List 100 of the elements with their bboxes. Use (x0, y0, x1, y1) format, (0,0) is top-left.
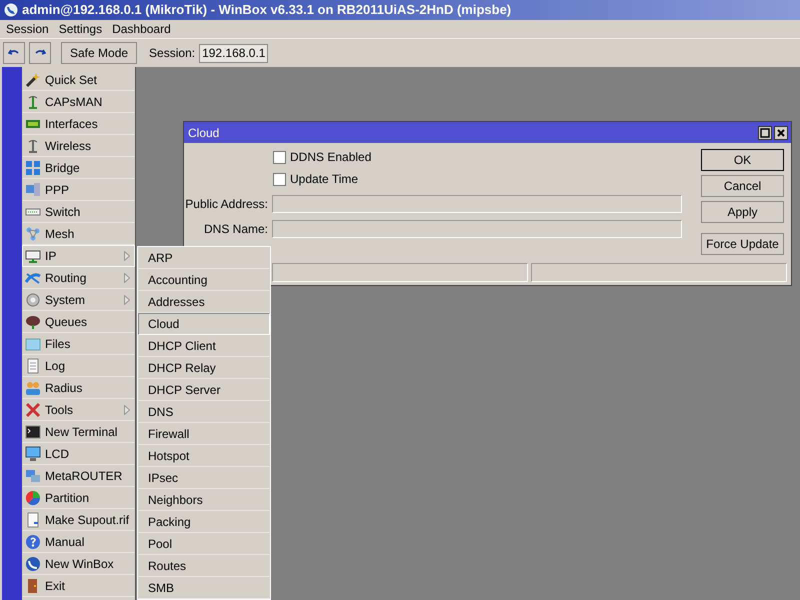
submenu-item[interactable]: Packing (138, 511, 270, 533)
session-label: Session: (149, 45, 196, 62)
menu-item[interactable]: Dashboard (112, 20, 171, 38)
app-logo-icon (4, 3, 18, 17)
help-icon (25, 534, 41, 550)
sidebar-label: Make Supout.rif (45, 512, 130, 529)
submenu-item[interactable]: DNS (138, 401, 270, 423)
sidebar-label: PPP (45, 182, 70, 199)
sidebar-item[interactable]: Files (22, 333, 135, 355)
submenu-item[interactable]: DHCP Server (138, 379, 270, 401)
checkbox[interactable] (273, 172, 286, 186)
gear-icon (25, 292, 41, 308)
sidebar-item[interactable]: New Terminal (22, 421, 135, 443)
sidebar-label: Bridge (45, 160, 81, 177)
sidebar-label: Log (45, 358, 66, 375)
submenu-item[interactable]: Addresses (138, 291, 270, 313)
sidebar-label: Exit (45, 578, 66, 595)
sidebar-item[interactable]: Tools (22, 399, 135, 421)
submenu-item[interactable]: Accounting (138, 269, 270, 291)
submenu-item[interactable]: Pool (138, 533, 270, 555)
sidebar-label: LCD (45, 446, 70, 463)
submenu-item[interactable]: Neighbors (138, 489, 270, 511)
submenu-item[interactable]: IPsec (138, 467, 270, 489)
dialog-button[interactable]: Cancel (701, 175, 784, 197)
sidebar-item[interactable]: Interfaces (22, 113, 135, 135)
computers-icon (25, 468, 41, 484)
sidebar-label: Quick Set (45, 72, 98, 89)
submenu-item[interactable]: Firewall (138, 423, 270, 445)
window-title: admin@192.168.0.1 (MikroTik) - WinBox v6.33.1 on RB2011UiAS-2HnD (mipsbe) (22, 1, 512, 20)
sidebar-item[interactable]: Bridge (22, 157, 135, 179)
sidebar-label: MetaROUTER (45, 468, 124, 485)
input-field[interactable] (272, 220, 682, 238)
sidebar-label: Routing (45, 270, 88, 287)
terminal-icon (25, 424, 41, 440)
dialog-title: Cloud (188, 124, 220, 142)
checkbox-label: DDNS Enabled (290, 149, 372, 166)
submenu-item[interactable]: DHCP Client (138, 335, 270, 357)
mesh-icon (25, 226, 41, 242)
sidebar-item[interactable]: Partition (22, 487, 135, 509)
queues-icon (25, 314, 41, 330)
sidebar-label: Interfaces (45, 116, 99, 133)
menu-item[interactable]: Session (6, 20, 49, 38)
sidebar-label: Manual (45, 534, 86, 551)
sidebar-item[interactable]: System (22, 289, 135, 311)
submenu-item[interactable]: SMB (138, 577, 270, 599)
sidebar-item[interactable]: New WinBox (22, 553, 135, 575)
bridge-icon (25, 160, 41, 176)
session-field: 192.168.0.1 (199, 44, 268, 62)
submenu-item[interactable]: Hotspot (138, 445, 270, 467)
sidebar-label: Tools (45, 402, 74, 419)
sidebar-label: New Terminal (45, 424, 118, 441)
sidebar-item[interactable]: IP (22, 245, 135, 267)
document-icon (25, 512, 41, 528)
sidebar-item[interactable]: Queues (22, 311, 135, 333)
checkbox-label: Update Time (290, 171, 358, 188)
sidebar-item[interactable]: PPP (22, 179, 135, 201)
sidebar-item[interactable]: MetaROUTER (22, 465, 135, 487)
field-label: Public Address: (184, 196, 268, 212)
menu-item[interactable]: Settings (58, 20, 102, 38)
dialog-button[interactable]: Apply (701, 201, 784, 223)
sidebar-item[interactable]: Make Supout.rif (22, 509, 135, 531)
dialog-button[interactable]: Force Update (701, 233, 784, 255)
undo-button[interactable] (3, 42, 25, 64)
monitor-icon (25, 446, 41, 462)
submenu-item[interactable]: DHCP Relay (138, 357, 270, 379)
maximize-icon[interactable] (758, 126, 772, 140)
sidebar-label: Switch (45, 204, 82, 221)
safe-mode-button[interactable]: Safe Mode (61, 42, 138, 64)
redo-icon (34, 48, 46, 58)
sidebar-item[interactable]: Log (22, 355, 135, 377)
document-icon (25, 358, 41, 374)
sidebar-item[interactable]: Radius (22, 377, 135, 399)
sidebar-label: CAPsMAN (45, 94, 104, 111)
sidebar-label: Partition (45, 490, 90, 507)
sidebar-item[interactable]: Switch (22, 201, 135, 223)
winbox-icon (25, 556, 41, 572)
sidebar-item[interactable]: LCD (22, 443, 135, 465)
submenu-item[interactable]: ARP (138, 247, 270, 269)
checkbox[interactable] (273, 150, 286, 164)
sidebar-item[interactable]: Manual (22, 531, 135, 553)
sidebar-item[interactable]: Exit (22, 575, 135, 597)
sidebar-label: Wireless (45, 138, 92, 155)
sidebar-label: Radius (45, 380, 84, 397)
field-label: DNS Name: (202, 220, 268, 238)
folder-icon (25, 336, 41, 352)
sidebar-label: IP (45, 248, 58, 265)
pie-chart-icon (25, 490, 41, 506)
input-field[interactable] (272, 194, 682, 212)
submenu-item[interactable]: Routes (138, 555, 270, 577)
redo-button[interactable] (29, 42, 51, 64)
sidebar-label: Queues (45, 314, 88, 331)
submenu-item[interactable]: Cloud (138, 313, 270, 335)
dialog-button[interactable]: OK (701, 149, 784, 171)
wand-icon (25, 72, 41, 88)
sidebar-label: Files (45, 336, 72, 353)
sidebar-label: New WinBox (45, 556, 115, 573)
close-icon[interactable] (774, 126, 788, 140)
sidebar-label: System (45, 292, 86, 309)
sidebar-item[interactable]: Routing (22, 267, 135, 289)
ip-icon (25, 248, 41, 264)
